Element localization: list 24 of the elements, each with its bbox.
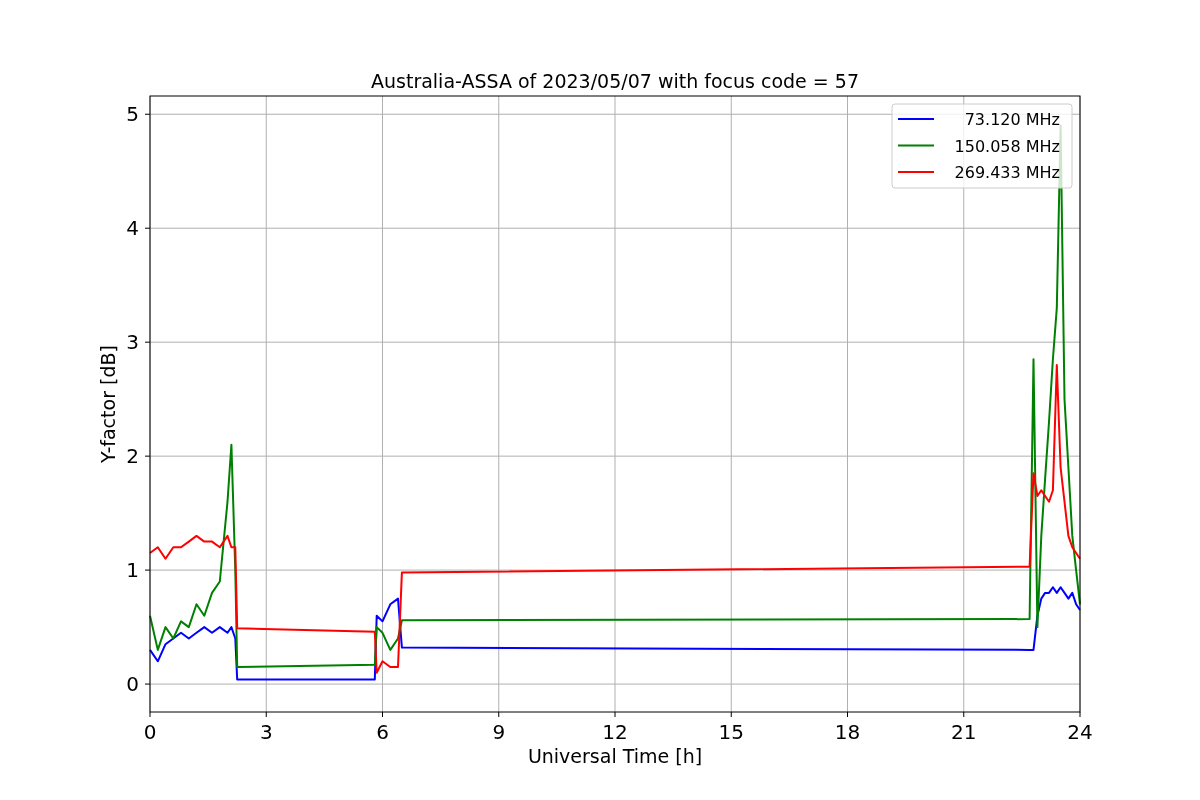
legend-line [897, 144, 935, 147]
chart-title: Australia-ASSA of 2023/05/07 with focus code = 57 [371, 70, 859, 92]
y-tick-label: 0 [126, 672, 139, 697]
x-tick-label: 3 [259, 720, 273, 744]
y-tick-label: 2 [126, 444, 139, 469]
x-tick-label: 0 [143, 720, 157, 744]
x-tick-label: 21 [951, 720, 977, 744]
y-tick-label: 1 [126, 558, 139, 583]
legend-label: 269.433 MHz [954, 163, 1060, 182]
x-tick-label: 18 [834, 720, 861, 744]
y-tick-label: 4 [126, 216, 139, 241]
x-tick-label: 15 [718, 720, 744, 744]
y-axis-label: Y-factor [dB] [97, 345, 119, 463]
legend-line [897, 118, 935, 120]
x-tick-label: 24 [1067, 720, 1093, 744]
legend-label: 150.058 MHz [954, 136, 1060, 156]
legend-line [897, 171, 935, 173]
x-tick-label: 12 [602, 720, 628, 744]
legend-label: 73.120 MHz [964, 110, 1060, 129]
x-axis-label: Universal Time [h] [527, 745, 703, 767]
y-tick-label: 5 [126, 102, 139, 127]
x-tick-label: 6 [376, 720, 389, 744]
y-tick-label: 3 [126, 330, 139, 355]
x-tick-label: 9 [492, 720, 506, 744]
